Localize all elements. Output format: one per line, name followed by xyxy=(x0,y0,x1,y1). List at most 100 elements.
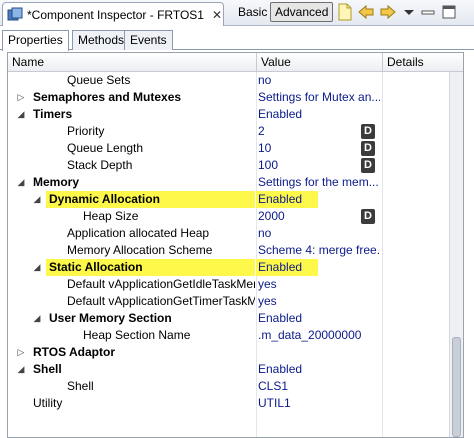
collapse-arrow-icon[interactable]: ◢ xyxy=(32,191,42,208)
property-value[interactable]: Enabled xyxy=(256,259,318,276)
property-name: Default vApplicationGetIdleTaskMem xyxy=(67,277,255,291)
property-value[interactable]: Enabled xyxy=(256,191,318,208)
default-value-button[interactable]: D xyxy=(361,141,375,156)
new-document-icon[interactable] xyxy=(336,3,354,21)
default-value-button[interactable]: D xyxy=(361,209,375,224)
collapse-arrow-icon[interactable]: ◢ xyxy=(32,310,42,327)
property-details xyxy=(382,276,449,293)
property-value[interactable]: Settings for Mutex an... xyxy=(256,89,380,106)
close-icon[interactable]: ✕ xyxy=(212,8,222,22)
property-value[interactable]: Enabled xyxy=(256,106,380,123)
collapse-arrow-icon[interactable]: ◢ xyxy=(32,259,42,276)
table-row[interactable]: Utility UTIL1 xyxy=(8,395,463,412)
property-name: Heap Size xyxy=(83,209,139,223)
table-row[interactable]: Queue Length 10 D xyxy=(8,140,463,157)
property-details xyxy=(382,310,449,327)
property-details xyxy=(382,242,449,259)
property-value[interactable]: Scheme 4: merge free... xyxy=(256,242,380,259)
property-name: Heap Section Name xyxy=(83,328,191,342)
vertical-scrollbar[interactable] xyxy=(449,72,463,437)
maximize-icon[interactable] xyxy=(440,3,458,21)
advanced-mode-button[interactable]: Advanced xyxy=(270,2,334,22)
property-name-cell: Heap Section Name xyxy=(8,327,255,344)
table-row[interactable]: ▷ Semaphores and Mutexes Settings for Mute… xyxy=(8,89,463,106)
property-value[interactable]: no xyxy=(256,225,380,242)
property-name: Queue Length xyxy=(67,141,144,155)
property-name: Semaphores and Mutexes xyxy=(33,90,182,104)
property-details xyxy=(382,191,449,208)
tab-properties[interactable]: Properties xyxy=(2,30,69,51)
table-row[interactable]: ◢ Memory Settings for the mem... xyxy=(8,174,463,191)
property-value[interactable]: CLS1 xyxy=(256,378,380,395)
table-row[interactable]: ◢ User Memory Section Enabled xyxy=(8,310,463,327)
property-name-cell: Utility xyxy=(8,395,255,412)
property-name-cell: Queue Sets xyxy=(8,72,255,89)
property-name-cell: ◢ Memory xyxy=(8,174,255,191)
view-title: *Component Inspector - FRTOS1 xyxy=(27,7,204,22)
table-row[interactable]: Memory Allocation Scheme Scheme 4: merge … xyxy=(8,242,463,259)
property-value[interactable]: Enabled xyxy=(256,310,380,327)
property-value[interactable]: yes xyxy=(256,293,380,310)
property-name-cell: Application allocated Heap xyxy=(8,225,255,242)
default-value-button[interactable]: D xyxy=(361,158,375,173)
property-details xyxy=(382,259,449,276)
property-details xyxy=(382,174,449,191)
property-name-cell: ▷ Semaphores and Mutexes xyxy=(8,89,255,106)
table-row[interactable]: ◢ Shell Enabled xyxy=(8,361,463,378)
table-row[interactable]: ◢ Static Allocation Enabled xyxy=(8,259,463,276)
property-name: Memory Allocation Scheme xyxy=(67,243,213,257)
property-details xyxy=(382,157,449,174)
menu-icon[interactable] xyxy=(400,3,418,21)
property-value[interactable]: Enabled xyxy=(256,361,380,378)
column-header-value[interactable]: Value xyxy=(256,53,382,72)
collapse-arrow-icon[interactable]: ◢ xyxy=(16,106,26,123)
property-value[interactable]: UTIL1 xyxy=(256,395,380,412)
table-row[interactable]: Shell CLS1 xyxy=(8,378,463,395)
property-value[interactable]: Settings for the mem... xyxy=(256,174,380,191)
property-details xyxy=(382,225,449,242)
table-row[interactable]: Heap Section Name .m_data_20000000 xyxy=(8,327,463,344)
table-row[interactable]: Heap Size 2000 D xyxy=(8,208,463,225)
property-name: Shell xyxy=(67,379,94,393)
property-value[interactable]: no xyxy=(256,72,380,89)
table-row[interactable]: ◢ Dynamic Allocation Enabled xyxy=(8,191,463,208)
column-header-details[interactable]: Details xyxy=(382,53,463,72)
expand-arrow-icon[interactable]: ▷ xyxy=(16,89,26,106)
property-name-cell: Stack Depth xyxy=(8,157,255,174)
arrow-right-icon[interactable] xyxy=(379,3,397,21)
minimize-icon[interactable] xyxy=(419,3,437,21)
property-details xyxy=(382,140,449,157)
property-details xyxy=(382,123,449,140)
default-value-button[interactable]: D xyxy=(361,124,375,139)
expand-arrow-icon[interactable]: ▷ xyxy=(16,344,26,361)
property-name: Shell xyxy=(33,362,62,376)
table-header: Name Value Details xyxy=(8,53,463,72)
property-value[interactable]: yes xyxy=(256,276,380,293)
property-name: RTOS Adaptor xyxy=(33,345,116,359)
property-name: Default vApplicationGetTimerTaskMe xyxy=(67,294,255,308)
table-row[interactable]: ▷ RTOS Adaptor xyxy=(8,344,463,361)
scrollbar-thumb[interactable] xyxy=(452,337,461,437)
table-row[interactable]: ◢ Timers Enabled xyxy=(8,106,463,123)
table-row[interactable]: Queue Sets no xyxy=(8,72,463,89)
property-details xyxy=(382,327,449,344)
arrow-left-icon[interactable] xyxy=(357,3,375,21)
table-row[interactable]: Priority 2 D xyxy=(8,123,463,140)
table-row[interactable]: Default vApplicationGetTimerTaskMe yes xyxy=(8,293,463,310)
tab-methods[interactable]: Methods xyxy=(72,30,131,50)
property-value[interactable] xyxy=(256,344,380,361)
table-body: Queue Sets no ▷ Semaphores and Mutexes Setti… xyxy=(8,72,463,412)
tab-events[interactable]: Events xyxy=(124,30,173,50)
collapse-arrow-icon[interactable]: ◢ xyxy=(16,361,26,378)
table-row[interactable]: Stack Depth 100 D xyxy=(8,157,463,174)
collapse-arrow-icon[interactable]: ◢ xyxy=(16,174,26,191)
property-name: Utility xyxy=(33,396,63,410)
property-name-cell: Queue Length xyxy=(8,140,255,157)
basic-mode-button[interactable]: Basic xyxy=(238,5,267,19)
view-tab-component-inspector[interactable]: *Component Inspector - FRTOS1 ✕ xyxy=(2,2,224,26)
property-name: Application allocated Heap xyxy=(67,226,210,240)
table-row[interactable]: Application allocated Heap no xyxy=(8,225,463,242)
property-value[interactable]: .m_data_20000000 xyxy=(256,327,380,344)
table-row[interactable]: Default vApplicationGetIdleTaskMem yes xyxy=(8,276,463,293)
column-header-name[interactable]: Name xyxy=(8,53,256,72)
